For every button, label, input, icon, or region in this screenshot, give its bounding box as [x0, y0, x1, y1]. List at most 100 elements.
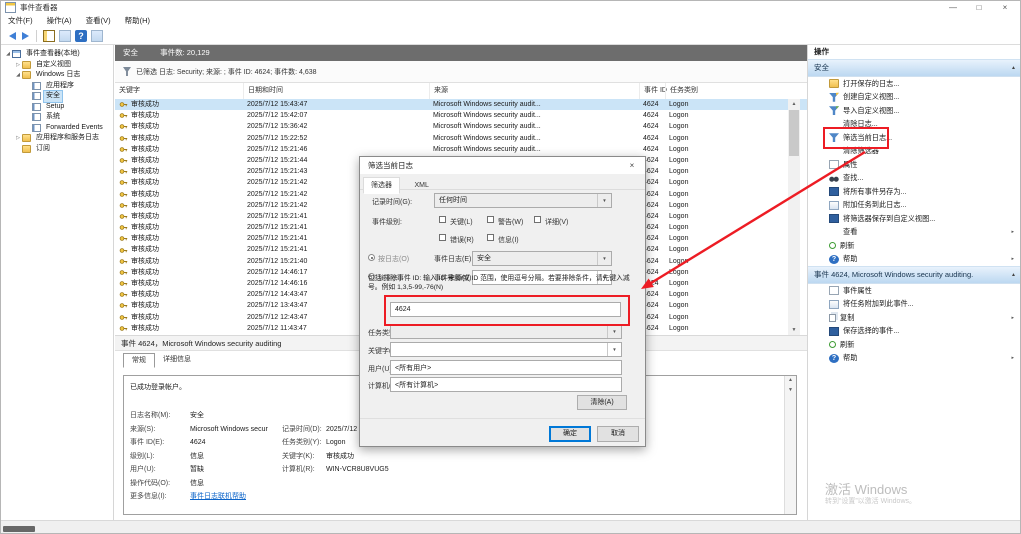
event-row[interactable]: 审核成功2025/7/12 15:43:47Microsoft Windows … [115, 99, 819, 110]
tree-item-Forwarded Events[interactable]: Forwarded Events [1, 123, 113, 134]
action-item-查看[interactable]: 查看▸ [808, 226, 1021, 240]
action-item-查找[interactable]: 查找... [808, 172, 1021, 186]
computer-input[interactable] [390, 377, 622, 392]
tree-item-自定义视图[interactable]: ▷自定义视图 [1, 60, 113, 71]
tree-item-应用程序和服务日志[interactable]: ▷应用程序和服务日志 [1, 133, 113, 144]
action-item-将所有事件另存为[interactable]: 将所有事件另存为... [808, 185, 1021, 199]
column-datetime[interactable]: 日期和时间 [243, 83, 429, 99]
attach-task-icon [829, 300, 839, 309]
checkbox-warning[interactable] [487, 216, 494, 223]
event-row[interactable]: 审核成功2025/7/12 15:42:07Microsoft Windows … [115, 110, 819, 121]
logged-combobox[interactable]: 任何时间 ▼ [434, 193, 612, 208]
information-label[interactable]: 信息(I) [498, 235, 519, 245]
tree-item-Setup[interactable]: Setup [1, 102, 113, 113]
tree-item-label: Setup [44, 102, 66, 113]
action-item-附加任务到此日志[interactable]: 附加任务到此日志... [808, 199, 1021, 213]
menu-view[interactable]: 查看(V) [79, 15, 118, 26]
collapse-icon[interactable]: ◢ [4, 49, 12, 60]
action-item-将筛选器保存到自定义视图[interactable]: 将筛选器保存到自定义视图... [808, 212, 1021, 226]
chevron-down-icon[interactable]: ▼ [607, 325, 621, 338]
action-item-保存选择的事件[interactable]: 保存选择的事件... [808, 325, 1021, 339]
tab-general[interactable]: 常规 [123, 353, 155, 368]
dialog-tabs: 筛选器 XML [360, 174, 645, 190]
event-row[interactable]: 审核成功2025/7/12 15:22:52Microsoft Windows … [115, 133, 819, 144]
tree-item-安全[interactable]: 安全 [1, 91, 113, 102]
keywords-combobox[interactable]: ▼ [390, 342, 622, 357]
scroll-up-icon[interactable]: ▲ [788, 99, 800, 109]
action-item-刷新[interactable]: 刷新 [808, 239, 1021, 253]
action-item-刷新[interactable]: 刷新 [808, 338, 1021, 352]
dialog-close-icon[interactable]: × [619, 157, 645, 174]
action-pane-icon[interactable] [91, 30, 103, 42]
maximize-button[interactable]: □ [966, 1, 992, 14]
event-log-online-help-link[interactable]: 事件日志联机帮助 [190, 490, 282, 504]
tree-item-系统[interactable]: 系统 [1, 112, 113, 123]
action-item-帮助[interactable]: 帮助▸ [808, 352, 1021, 366]
action-item-复制[interactable]: 复制▸ [808, 311, 1021, 325]
event-row[interactable]: 审核成功2025/7/12 15:21:46Microsoft Windows … [115, 144, 819, 155]
chevron-down-icon[interactable]: ▼ [607, 343, 621, 356]
critical-label[interactable]: 关键(L) [450, 217, 473, 227]
actions-section-header[interactable]: 安全▲ [808, 59, 1021, 77]
menu-action[interactable]: 操作(A) [40, 15, 79, 26]
radio-by-log[interactable] [368, 254, 375, 261]
action-item-将任务附加到此事件[interactable]: 将任务附加到此事件... [808, 298, 1021, 312]
warning-label[interactable]: 警告(W) [498, 217, 523, 227]
chevron-down-icon[interactable]: ▼ [597, 194, 611, 207]
help-icon[interactable] [75, 30, 87, 42]
checkbox-critical[interactable] [439, 216, 446, 223]
scroll-up-icon[interactable]: ▲ [785, 376, 796, 385]
task-category-combobox[interactable]: ▼ [390, 324, 622, 339]
action-item-帮助[interactable]: 帮助▸ [808, 253, 1021, 267]
verbose-label[interactable]: 详细(V) [545, 217, 568, 227]
actions-section-header[interactable]: 事件 4624, Microsoft Windows security audi… [808, 266, 1021, 284]
tree-item-事件查看器(本地)[interactable]: ◢事件查看器(本地) [1, 49, 113, 60]
scrollbar-thumb[interactable] [789, 110, 799, 156]
tree-item-Windows 日志[interactable]: ◢Windows 日志 [1, 70, 113, 81]
close-button[interactable]: × [992, 1, 1018, 14]
user-input[interactable] [390, 360, 622, 375]
console-tree-icon[interactable] [43, 30, 55, 42]
tree-item-应用程序[interactable]: 应用程序 [1, 81, 113, 92]
event-row[interactable]: 审核成功2025/7/12 15:36:42Microsoft Windows … [115, 121, 819, 132]
scroll-down-icon[interactable]: ▼ [785, 386, 796, 395]
cancel-button[interactable]: 取消 [597, 426, 639, 442]
tree-item-订阅[interactable]: 订阅 [1, 144, 113, 155]
action-item-创建自定义视图[interactable]: 创建自定义视图... [808, 91, 1021, 105]
collapse-icon[interactable]: ▲ [1011, 60, 1016, 76]
expand-icon[interactable]: ▷ [14, 133, 22, 144]
column-category[interactable]: 任务类别 [665, 83, 819, 99]
list-scrollbar[interactable]: ▲ ▼ [788, 99, 800, 335]
action-item-label: 打开保存的日志... [843, 79, 899, 89]
menu-help[interactable]: 帮助(H) [118, 15, 157, 26]
action-item-事件属性[interactable]: 事件属性 [808, 284, 1021, 298]
datetime-cell: 2025/7/12 15:22:52 [243, 133, 429, 144]
collapse-icon[interactable]: ▲ [1011, 267, 1016, 283]
menu-file[interactable]: 文件(F) [1, 15, 40, 26]
action-item-label: 将所有事件另存为... [843, 187, 907, 197]
checkbox-verbose[interactable] [534, 216, 541, 223]
properties-icon[interactable] [59, 30, 71, 42]
checkbox-information[interactable] [487, 234, 494, 241]
error-label[interactable]: 错误(R) [450, 235, 474, 245]
scroll-down-icon[interactable]: ▼ [788, 325, 800, 335]
action-item-属性[interactable]: 属性 [808, 158, 1021, 172]
action-item-导入自定义视图[interactable]: 导入自定义视图... [808, 104, 1021, 118]
column-event-id[interactable]: 事件 ID [639, 83, 665, 99]
expand-icon[interactable]: ▷ [14, 60, 22, 71]
ok-button[interactable]: 确定 [549, 426, 591, 442]
by-log-label[interactable]: 按日志(O) [378, 254, 409, 264]
description-scrollbar[interactable]: ▲ ▼ [784, 376, 796, 514]
checkbox-error[interactable] [439, 234, 446, 241]
minimize-button[interactable]: — [940, 1, 966, 14]
tab-details[interactable]: 详细信息 [155, 353, 199, 368]
collapse-icon[interactable]: ◢ [14, 70, 22, 81]
clear-button[interactable]: 清除(A) [577, 395, 627, 410]
event-log-combobox[interactable]: 安全 ▼ [472, 251, 612, 266]
chevron-down-icon[interactable]: ▼ [597, 252, 611, 265]
forward-icon[interactable] [22, 32, 29, 40]
column-keyword[interactable]: 关键字 [115, 83, 243, 99]
column-source[interactable]: 来源 [429, 83, 639, 99]
back-icon[interactable] [9, 32, 16, 40]
action-item-打开保存的日志[interactable]: 打开保存的日志... [808, 77, 1021, 91]
